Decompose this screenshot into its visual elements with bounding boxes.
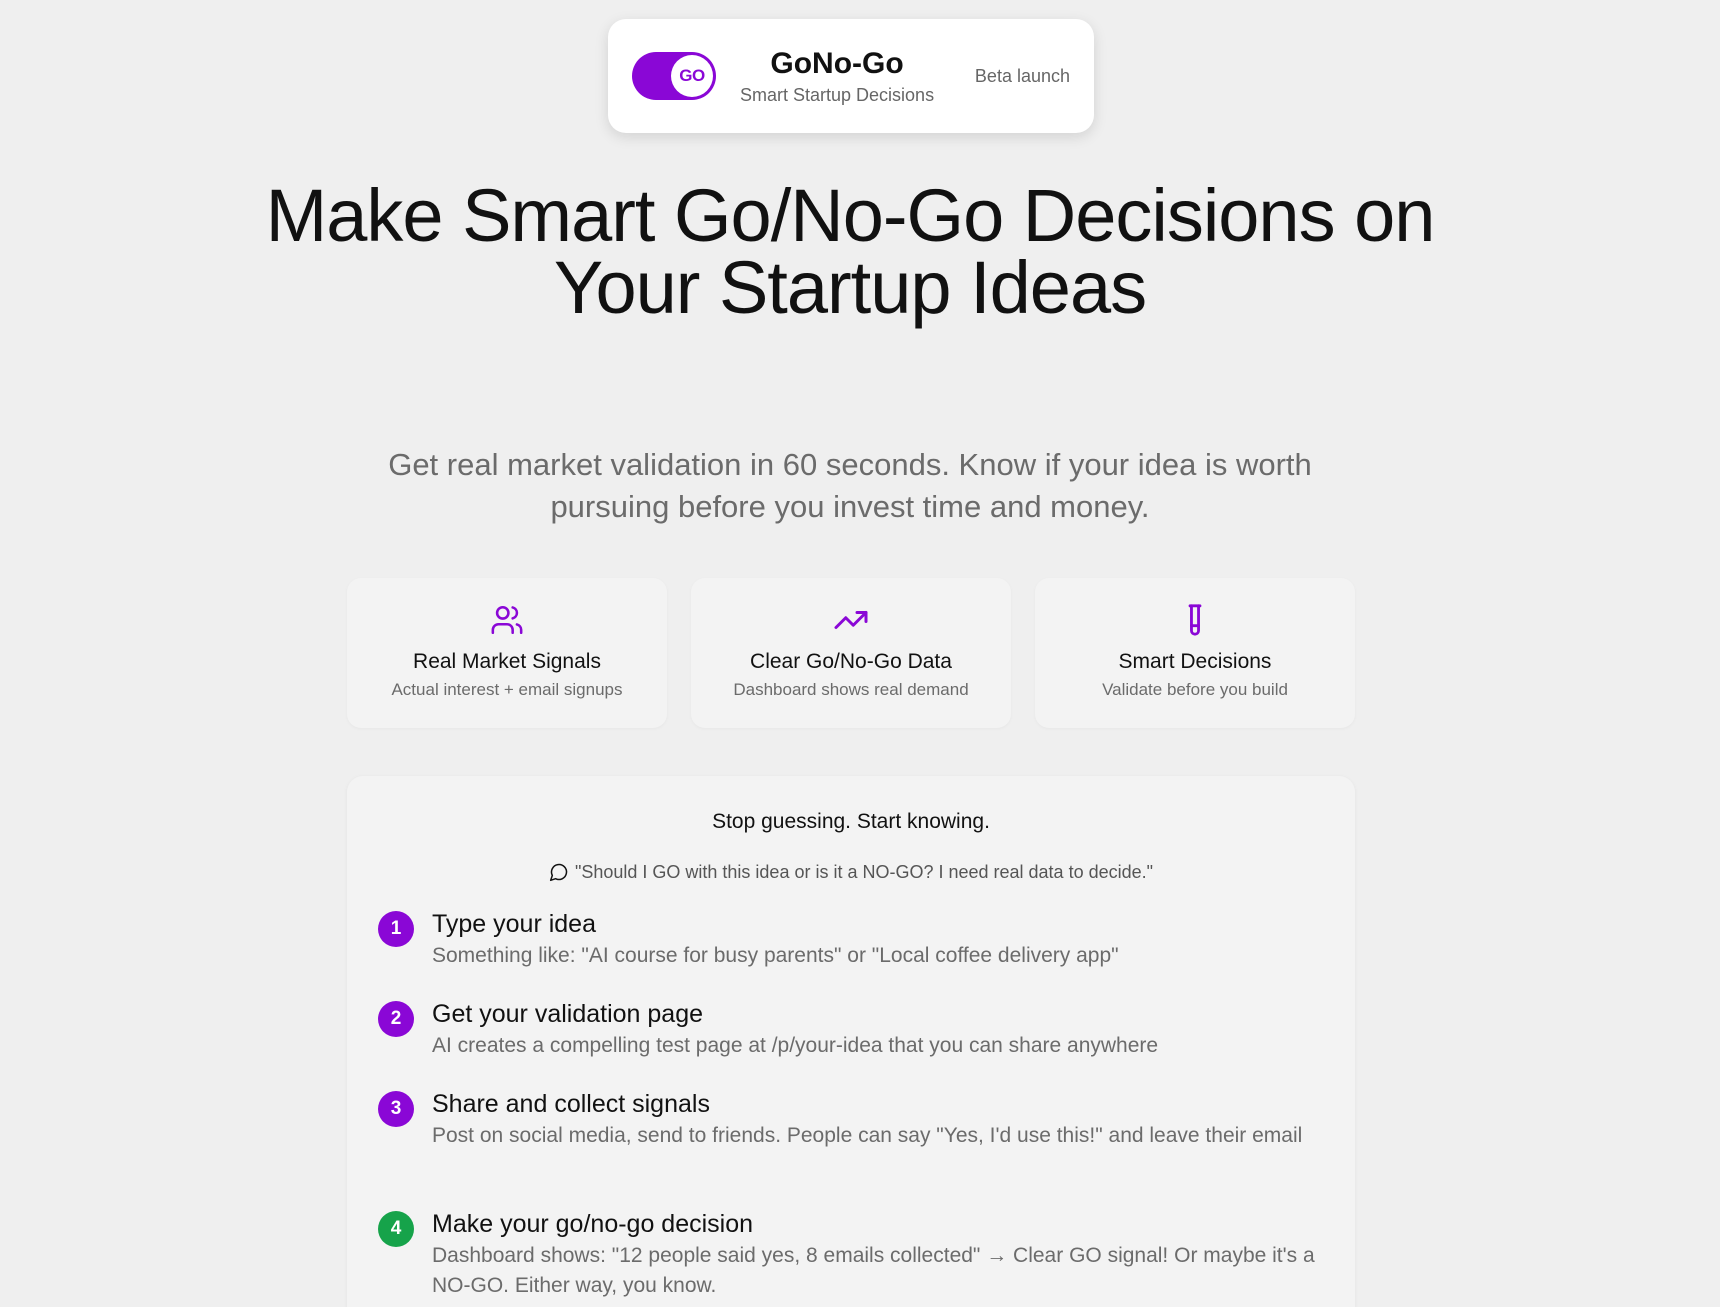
brand-name[interactable]: GoNo-Go: [770, 47, 903, 81]
test-tube-icon: [1177, 602, 1213, 638]
feature-title: Real Market Signals: [413, 650, 601, 673]
step-title: Make your go/no-go decision: [432, 1210, 754, 1238]
trending-up-icon: [833, 602, 869, 638]
brand-tagline: Smart Startup Decisions: [740, 84, 935, 105]
how-it-works-panel: Stop guessing. Start knowing. "Should I …: [347, 776, 1355, 1307]
step-title: Share and collect signals: [432, 1090, 710, 1118]
step-2: 2 Get your validation page AI creates a …: [378, 999, 1328, 1061]
feature-desc: Validate before you build: [1102, 680, 1288, 699]
step-4: 4 Make your go/no-go decision Dashboard …: [378, 1209, 1328, 1301]
step-number-badge: 1: [378, 911, 414, 947]
brand-text: GoNo-Go Smart Startup Decisions: [740, 47, 934, 106]
step-title: Get your validation page: [432, 1000, 704, 1028]
brand-header-card: GO GoNo-Go Smart Startup Decisions Beta …: [608, 19, 1094, 133]
go-toggle[interactable]: GO: [632, 52, 716, 100]
hero-title: Make Smart Go/No-Go Decisions on Your St…: [265, 174, 1436, 329]
quote-text: "Should I GO with this idea or is it a N…: [574, 862, 1154, 882]
panel-heading: Stop guessing. Start knowing.: [712, 810, 990, 833]
feature-card-smart-decisions: Smart Decisions Validate before you buil…: [1035, 578, 1355, 728]
feature-title: Smart Decisions: [1118, 650, 1272, 673]
feature-card-go-nogo-data: Clear Go/No-Go Data Dashboard shows real…: [691, 578, 1011, 728]
feature-desc: Dashboard shows real demand: [733, 680, 969, 699]
quote-line: "Should I GO with this idea or is it a N…: [347, 862, 1355, 887]
step-title: Type your idea: [432, 910, 596, 938]
speech-bubble-icon: [549, 862, 569, 887]
step-desc: Something like: "AI course for busy pare…: [432, 944, 1119, 967]
step-desc: Post on social media, send to friends. P…: [432, 1124, 1303, 1147]
step-desc: Dashboard shows: "12 people said yes, 8 …: [432, 1244, 1315, 1297]
step-number-badge: 2: [378, 1001, 414, 1037]
feature-cards: Real Market Signals Actual interest + em…: [347, 578, 1355, 728]
feature-desc: Actual interest + email signups: [391, 680, 623, 699]
step-3: 3 Share and collect signals Post on soci…: [378, 1089, 1328, 1151]
feature-card-market-signals: Real Market Signals Actual interest + em…: [347, 578, 667, 728]
feature-title: Clear Go/No-Go Data: [750, 650, 952, 673]
users-icon: [489, 602, 525, 638]
step-desc: AI creates a compelling test page at /p/…: [432, 1034, 1159, 1057]
hero-subtitle: Get real market validation in 60 seconds…: [388, 447, 1312, 524]
beta-badge: Beta launch: [974, 65, 1070, 86]
step-number-badge: 4: [378, 1211, 414, 1247]
step-1: 1 Type your idea Something like: "AI cou…: [378, 909, 1328, 971]
landing-page: GO GoNo-Go Smart Startup Decisions Beta …: [0, 0, 1720, 1307]
toggle-knob: GO: [671, 55, 713, 97]
step-number-badge: 3: [378, 1091, 414, 1127]
